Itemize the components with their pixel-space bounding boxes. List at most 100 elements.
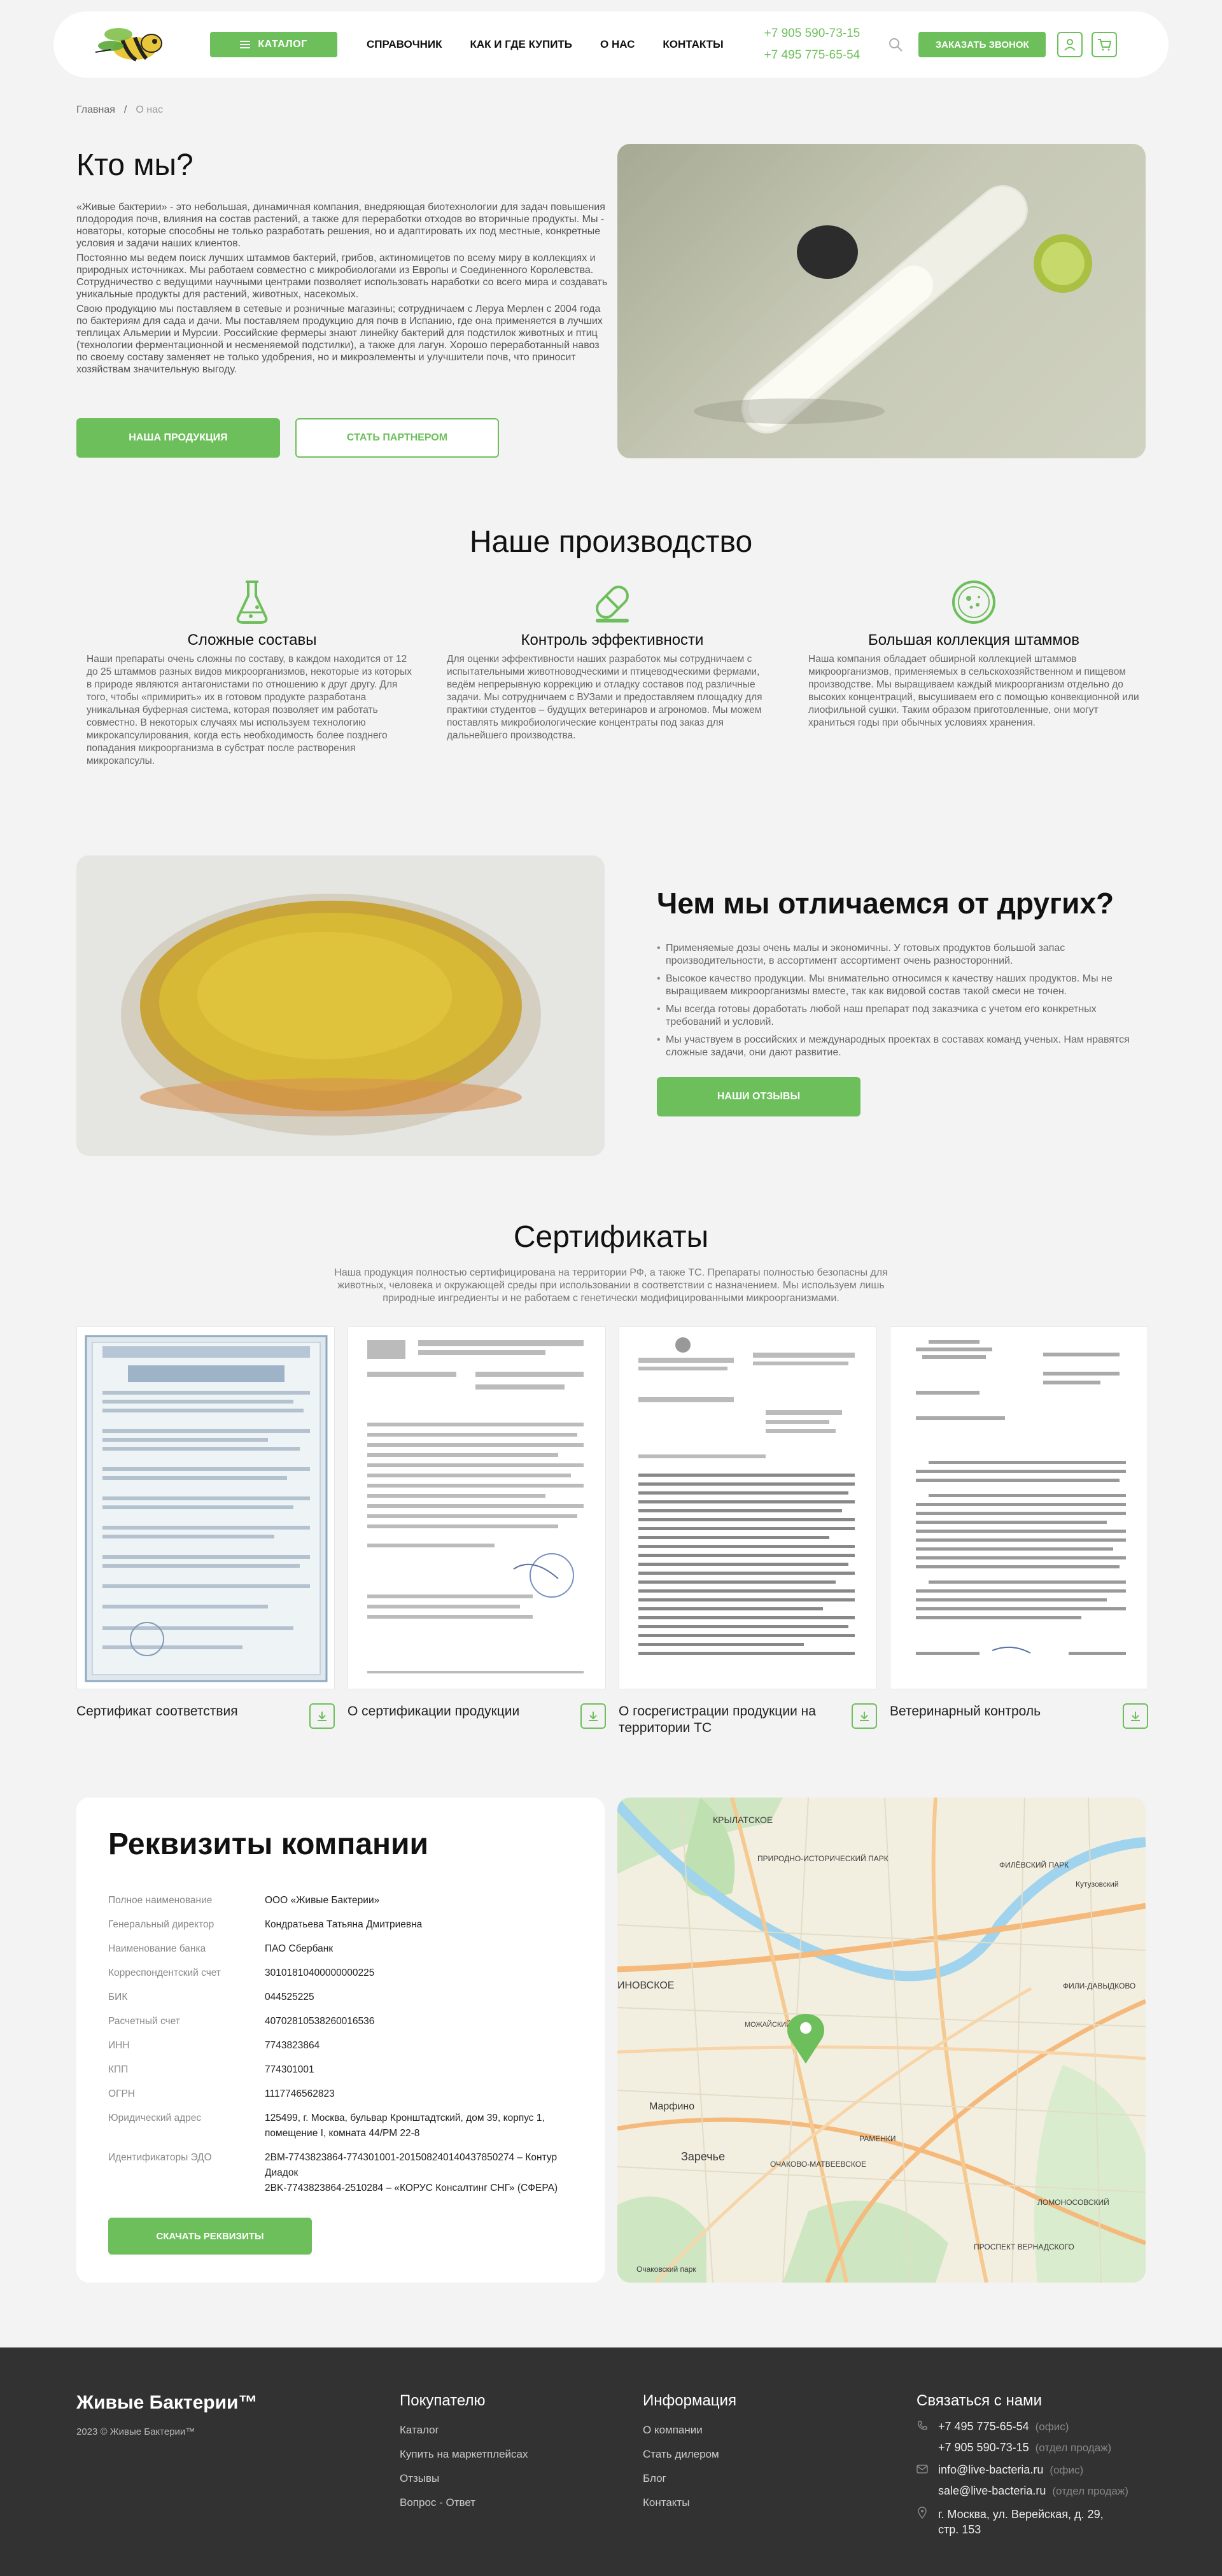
map-label: Марфино bbox=[649, 2101, 694, 2112]
certificates-subtitle: Наша продукция полностью сертифицирована… bbox=[334, 1267, 888, 1304]
row-key: БИК bbox=[108, 1992, 128, 2002]
footer-buyer-column: Покупателю Каталог Купить на маркетплейс… bbox=[400, 2392, 528, 2521]
footer-column-title: Связаться с нами bbox=[916, 2392, 1042, 2409]
requisites-title: Реквизиты компании bbox=[108, 1827, 429, 1861]
download-icon[interactable] bbox=[580, 1703, 606, 1729]
table-row: Наименование банка ПАО Сбербанк bbox=[108, 1941, 579, 1957]
footer-link[interactable]: О компании bbox=[643, 2424, 736, 2437]
table-row: ИНН 7743823864 bbox=[108, 2038, 579, 2053]
certificate-caption: Сертификат соответствия bbox=[76, 1704, 238, 1719]
email-note: (отдел продаж) bbox=[1052, 2485, 1128, 2497]
map-label: Кутузовский bbox=[1076, 1880, 1119, 1889]
map-label: ЛОМОНОСОВСКИЙ bbox=[1037, 2197, 1109, 2207]
nav-contacts[interactable]: КОНТАКТЫ bbox=[663, 38, 723, 51]
nav-about[interactable]: О НАС bbox=[600, 38, 635, 51]
phone-link[interactable]: +7 495 775-65-54 bbox=[764, 48, 860, 62]
location-map[interactable]: КРЫЛАТСКОЕ ПРИРОДНО-ИСТОРИЧЕСКИЙ ПАРК ФИ… bbox=[617, 1798, 1146, 2283]
feature-title: Контроль эффективности bbox=[521, 631, 704, 649]
list-item: Мы участвуем в российских и международны… bbox=[657, 1034, 1147, 1059]
footer-copyright: 2023 © Живые Бактерии™ bbox=[76, 2426, 195, 2437]
phone-link[interactable]: +7 905 590-73-15 bbox=[764, 27, 860, 41]
pill-icon bbox=[587, 577, 638, 628]
footer-column-title: Информация bbox=[643, 2392, 736, 2409]
map-label: Заречье bbox=[681, 2150, 725, 2163]
footer-link[interactable]: Блог bbox=[643, 2472, 736, 2485]
phone-note: (офис) bbox=[1035, 2421, 1069, 2433]
differences-list: Применяемые дозы очень малы и экономичны… bbox=[657, 942, 1147, 1064]
download-requisites-button[interactable]: СКАЧАТЬ РЕКВИЗИТЫ bbox=[108, 2218, 312, 2255]
map-label: ПРИРОДНО-ИСТОРИЧЕСКИЙ ПАРК bbox=[757, 1854, 888, 1863]
map-label: ИНОВСКОЕ bbox=[617, 1980, 674, 1991]
certificate-image[interactable] bbox=[348, 1327, 606, 1689]
feature-text: Наша компания обладает обширной коллекци… bbox=[808, 654, 1139, 728]
phone-link[interactable]: +7 905 590-73-15 bbox=[938, 2441, 1029, 2454]
email-link[interactable]: info@live-bacteria.ru bbox=[938, 2463, 1043, 2476]
order-call-button[interactable]: ЗАКАЗАТЬ ЗВОНОК bbox=[918, 32, 1046, 57]
footer-link[interactable]: Вопрос - Ответ bbox=[400, 2496, 528, 2509]
table-row: Генеральный директор Кондратьева Татьяна … bbox=[108, 1917, 579, 1932]
footer-link[interactable]: Каталог bbox=[400, 2424, 528, 2437]
certificate-image[interactable] bbox=[619, 1327, 877, 1689]
catalog-button[interactable]: КАТАЛОГ bbox=[210, 32, 337, 57]
download-icon[interactable] bbox=[852, 1703, 877, 1729]
email-link[interactable]: sale@live-bacteria.ru bbox=[938, 2484, 1046, 2497]
row-key: ИНН bbox=[108, 2040, 130, 2051]
footer-link[interactable]: Отзывы bbox=[400, 2472, 528, 2485]
row-value: 774301001 bbox=[265, 2064, 314, 2075]
certificate-caption: О госрегистрации продукции на территории… bbox=[619, 1704, 816, 1735]
certificate-image[interactable] bbox=[76, 1327, 335, 1689]
footer-link[interactable]: Контакты bbox=[643, 2496, 736, 2509]
list-item: Мы всегда готовы доработать любой наш пр… bbox=[657, 1003, 1147, 1029]
nav-reference[interactable]: СПРАВОЧНИК bbox=[367, 38, 442, 51]
phone-link[interactable]: +7 495 775-65-54 bbox=[938, 2420, 1029, 2433]
row-key: Идентификаторы ЭДО bbox=[108, 2152, 212, 2163]
feature-text: Наши препараты очень сложны по составу, … bbox=[87, 654, 412, 766]
differences-title: Чем мы отличаемся от других? bbox=[657, 887, 1114, 920]
table-row: ОГРН 1117746562823 bbox=[108, 2087, 579, 2102]
row-key: Наименование банка bbox=[108, 1943, 206, 1954]
footer-link[interactable]: Купить на маркетплейсах bbox=[400, 2448, 528, 2461]
breadcrumb-home[interactable]: Главная bbox=[76, 104, 115, 116]
table-row: Юридический адрес 125499, г. Москва, буль… bbox=[108, 2111, 579, 2141]
user-icon[interactable] bbox=[1057, 32, 1083, 57]
map-label: ПРОСПЕКТ ВЕРНАДСКОГО bbox=[974, 2242, 1074, 2251]
requisites-table: Полное наименование ООО «Живые Бактерии» … bbox=[108, 1893, 579, 2205]
feature-card: Сложные составы Наши препараты очень сло… bbox=[87, 577, 418, 768]
bee-logo[interactable] bbox=[92, 24, 168, 65]
download-icon[interactable] bbox=[1123, 1703, 1148, 1729]
row-key: Юридический адрес bbox=[108, 2113, 202, 2123]
search-icon[interactable] bbox=[888, 37, 903, 52]
footer-link[interactable]: Стать дилером bbox=[643, 2448, 736, 2461]
table-row: Корреспондентский счет 301018104000000002… bbox=[108, 1966, 579, 1981]
header-phones: +7 905 590-73-15 +7 495 775-65-54 bbox=[764, 27, 860, 62]
download-icon[interactable] bbox=[309, 1703, 335, 1729]
row-key: Генеральный директор bbox=[108, 1919, 214, 1930]
reviews-button[interactable]: НАШИ ОТЗЫВЫ bbox=[657, 1077, 860, 1116]
our-products-button[interactable]: НАША ПРОДУКЦИЯ bbox=[76, 418, 280, 458]
production-title: Наше производство bbox=[469, 525, 753, 559]
about-paragraph: «Живые бактерии» - это небольшая, динами… bbox=[76, 202, 605, 249]
certificate-card: О госрегистрации продукции на территории… bbox=[619, 1327, 877, 1736]
cart-icon[interactable] bbox=[1092, 32, 1118, 57]
row-key: Корреспондентский счет bbox=[108, 1967, 221, 1978]
certificate-caption: Ветеринарный контроль bbox=[890, 1704, 1041, 1719]
row-key: Полное наименование bbox=[108, 1895, 213, 1906]
nav-how-to-buy[interactable]: КАК И ГДЕ КУПИТЬ bbox=[470, 38, 573, 51]
breadcrumb-separator: / bbox=[123, 104, 127, 115]
petri-dish-photo bbox=[76, 855, 605, 1156]
row-value: 40702810538260016536 bbox=[265, 2016, 375, 2027]
main-nav: СПРАВОЧНИК КАК И ГДЕ КУПИТЬ О НАС КОНТАК… bbox=[367, 38, 724, 51]
test-tube-photo bbox=[617, 144, 1146, 458]
row-value: 7743823864 bbox=[265, 2040, 320, 2051]
certificate-card: Сертификат соответствия bbox=[76, 1327, 335, 1729]
footer-contacts-column: Связаться с нами +7 495 775-65-54 (офис) … bbox=[916, 2392, 1128, 2545]
flask-icon bbox=[227, 577, 277, 628]
become-partner-button[interactable]: СТАТЬ ПАРТНЕРОМ bbox=[295, 418, 499, 458]
breadcrumb: Главная / О нас bbox=[76, 104, 163, 116]
certificate-image[interactable] bbox=[890, 1327, 1148, 1689]
certificates-title: Сертификаты bbox=[513, 1220, 709, 1254]
email-note: (офис) bbox=[1050, 2464, 1084, 2476]
feature-title: Большая коллекция штаммов bbox=[867, 631, 1080, 649]
address-text: г. Москва, ул. Верейская, д. 29, стр. 15… bbox=[938, 2508, 1104, 2536]
table-row: Идентификаторы ЭДО 2BM-7743823864-7743010… bbox=[108, 2150, 579, 2196]
